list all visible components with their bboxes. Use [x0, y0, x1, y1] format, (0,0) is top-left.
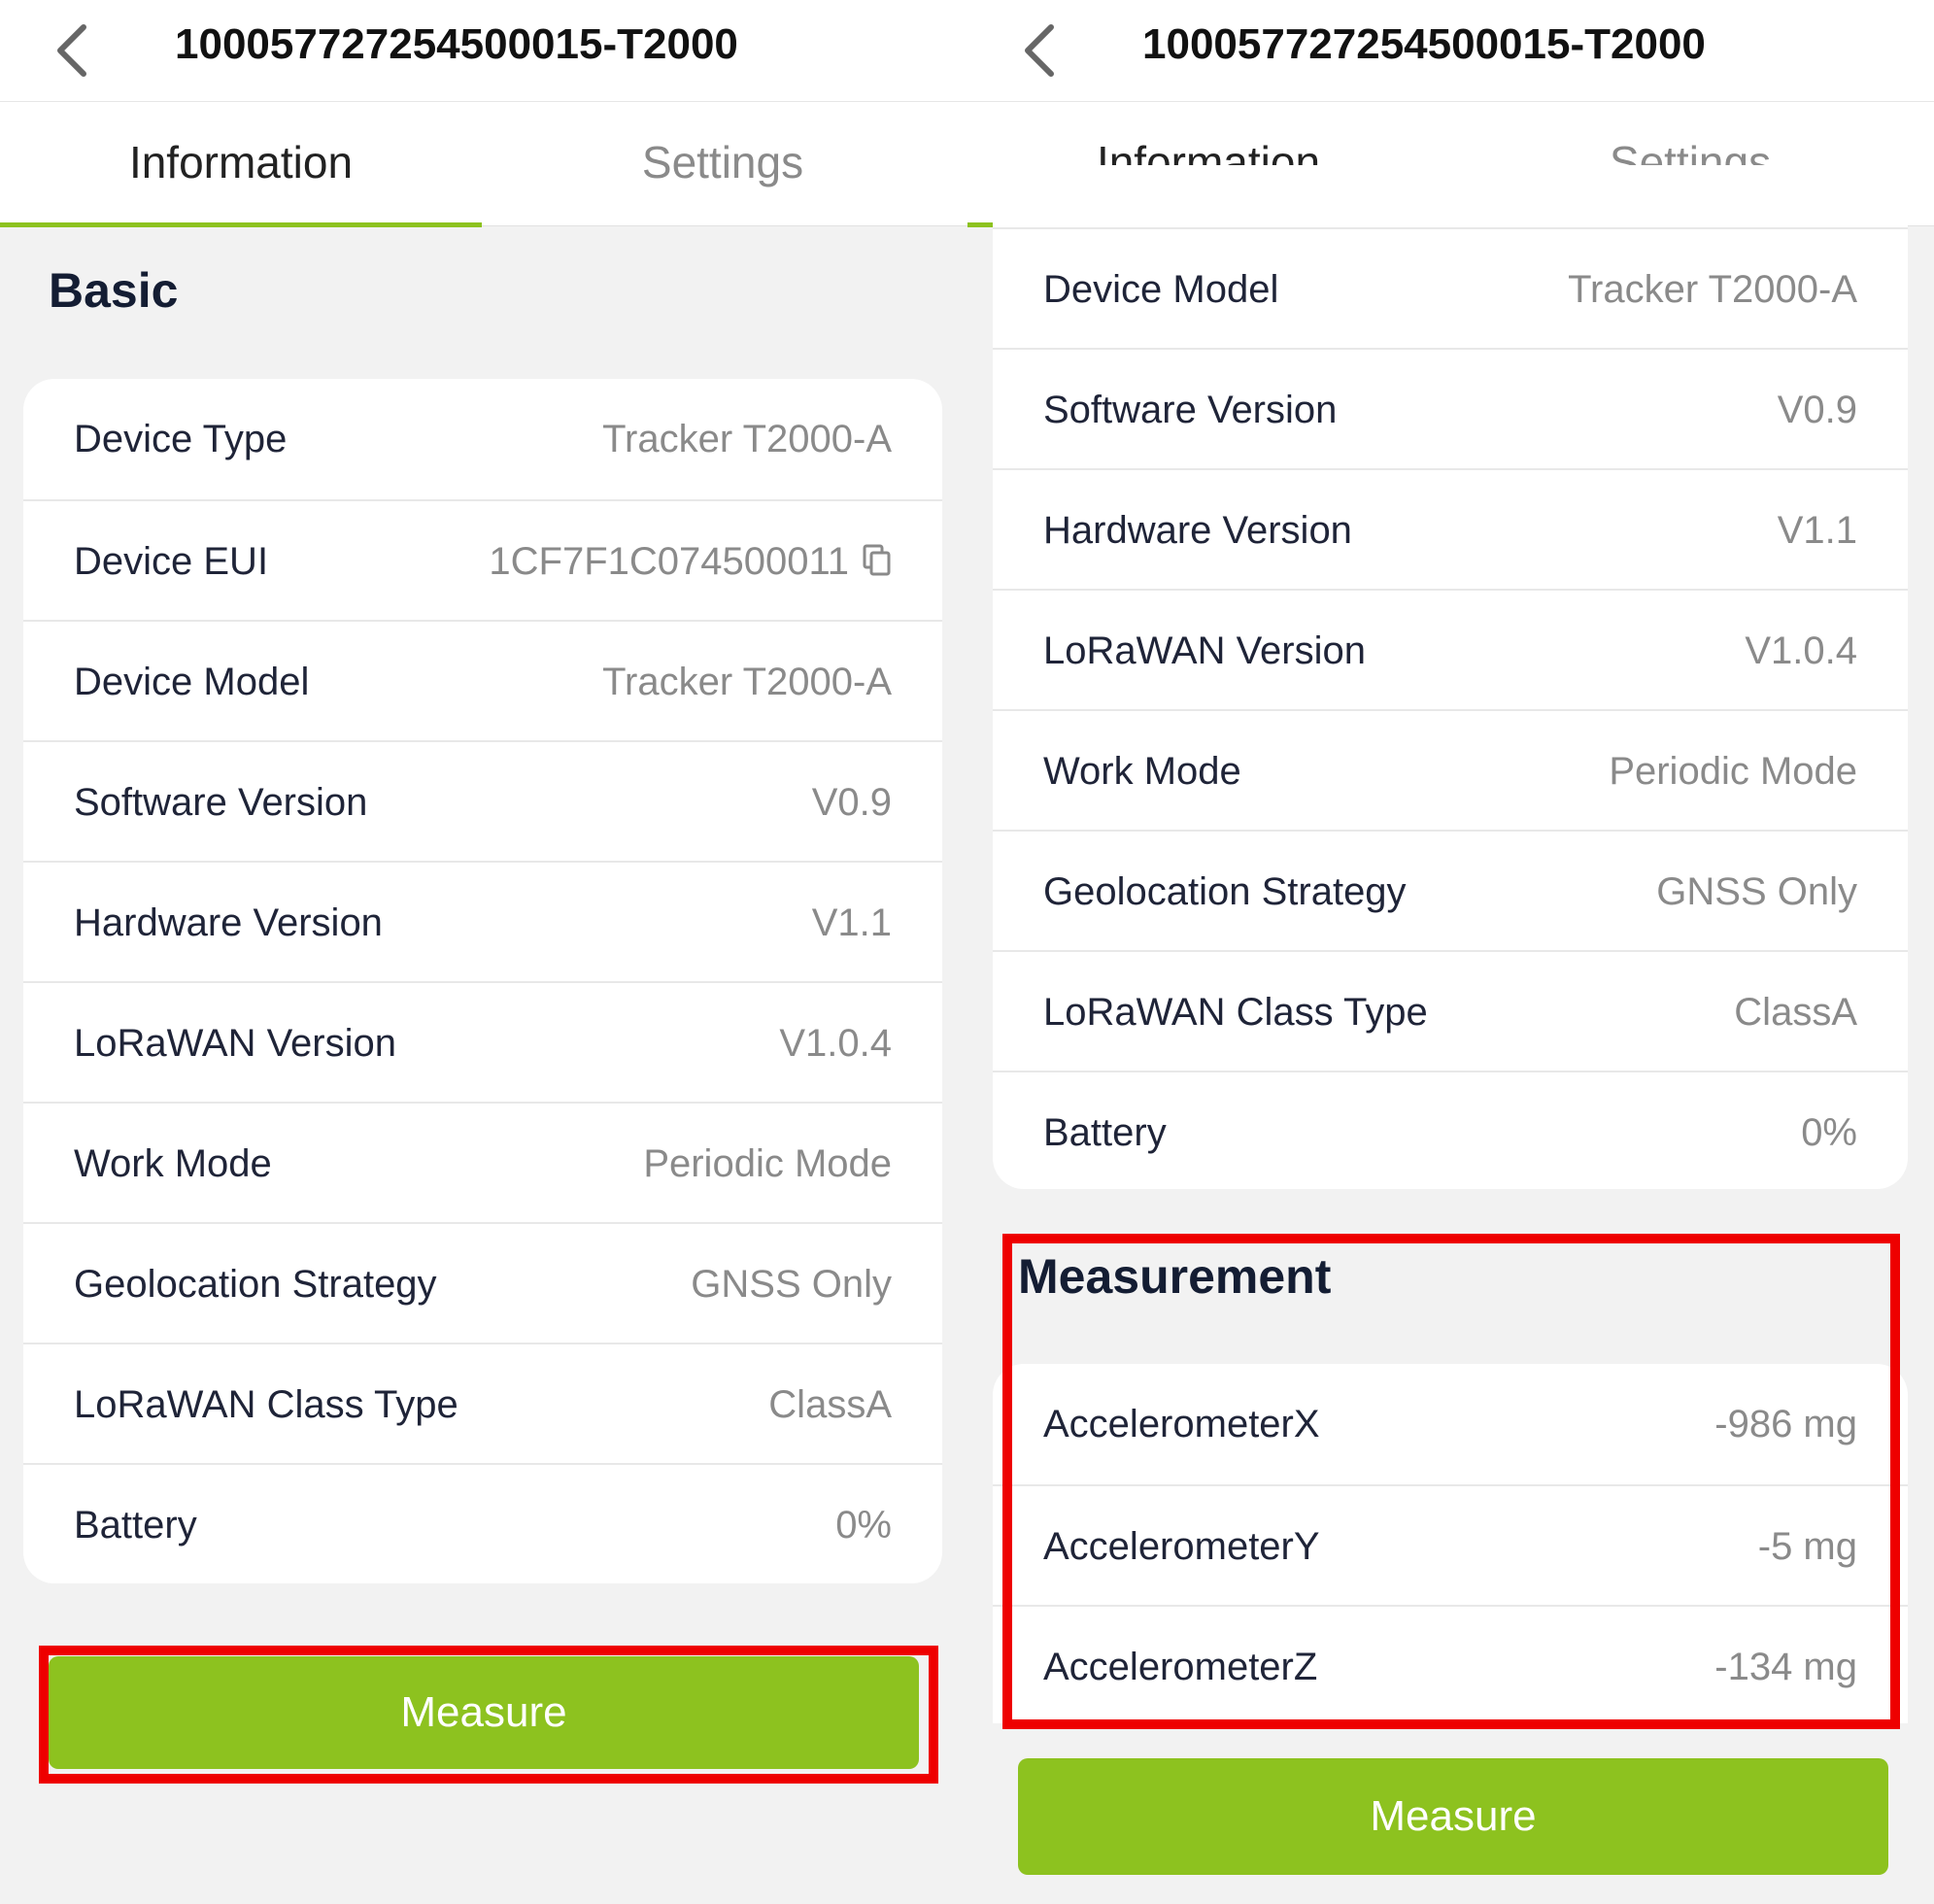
row-label: LoRaWAN Version [1043, 629, 1366, 672]
row-value: Periodic Mode [1609, 750, 1857, 793]
info-row-software-version: Software Version V0.9 [993, 348, 1908, 468]
info-row-lorawan-version: LoRaWAN Version V1.0.4 [993, 589, 1908, 709]
row-value: V0.9 [811, 781, 892, 824]
copy-icon[interactable] [863, 544, 892, 577]
page-title: 10005772725450001​5-T2000 [1142, 20, 1706, 68]
tab-label: Information [128, 137, 354, 187]
row-value-eui: 1CF7F1C074500011 [489, 501, 892, 622]
header: 10005772725450001​5-T2000 [967, 0, 1934, 102]
active-tab-indicator [0, 222, 482, 227]
row-value: V1.0.4 [779, 1022, 892, 1065]
info-row-battery: Battery 0% [993, 1071, 1908, 1189]
info-row-hardware-version: Hardware Version V1.1 [23, 861, 942, 981]
measurement-card: AccelerometerX -986 mg AccelerometerY -5… [993, 1364, 1908, 1723]
header: 10005772725450001​5-T2000 [0, 0, 967, 102]
row-value: Periodic Mode [643, 1142, 892, 1185]
row-label: Geolocation Strategy [74, 1263, 437, 1306]
row-label: AccelerometerZ [1043, 1646, 1318, 1688]
row-value: ClassA [768, 1383, 892, 1426]
row-label: Geolocation Strategy [1043, 870, 1407, 913]
row-value: 0% [1801, 1111, 1857, 1154]
tab-information[interactable]: Information [0, 102, 482, 227]
row-label: Battery [74, 1504, 197, 1547]
row-label: Software Version [74, 781, 368, 824]
row-value: V0.9 [1777, 389, 1857, 431]
right-screen: 10005772725450001​5-T2000 Information Se… [967, 0, 1934, 1904]
row-value: Tracker T2000-A [602, 661, 892, 703]
measure-button[interactable]: Measure [1018, 1758, 1888, 1875]
measure-button[interactable]: Measure [49, 1656, 919, 1769]
measurement-row-accel-y: AccelerometerY -5 mg [993, 1484, 1908, 1605]
device-eui-value: 1CF7F1C074500011 [489, 540, 849, 583]
section-title-basic: Basic [49, 263, 179, 318]
left-screen: 10005772725450001​5-T2000 Information Se… [0, 0, 967, 1904]
info-row-software-version: Software Version V0.9 [23, 740, 942, 861]
row-label: AccelerometerY [1043, 1525, 1320, 1568]
row-value: -986 mg [1714, 1403, 1857, 1445]
row-value: Tracker T2000-A [1568, 268, 1857, 311]
info-row-class-type: LoRaWAN Class Type ClassA [23, 1343, 942, 1463]
info-row-hardware-version: Hardware Version V1.1 [993, 468, 1908, 589]
row-value: GNSS Only [1656, 870, 1857, 913]
row-label: Hardware Version [1043, 509, 1352, 552]
row-label: Work Mode [1043, 750, 1241, 793]
info-row-device-model: Device Model Tracker T2000-A [993, 227, 1908, 348]
info-row-device-type: Device Type Tracker T2000-A [23, 379, 942, 499]
row-value: V1.1 [1777, 509, 1857, 552]
info-row-geolocation-strategy: Geolocation Strategy GNSS Only [23, 1222, 942, 1343]
info-row-geolocation-strategy: Geolocation Strategy GNSS Only [993, 830, 1908, 950]
tab-settings[interactable]: Settings [482, 102, 964, 225]
info-row-lorawan-version: LoRaWAN Version V1.0.4 [23, 981, 942, 1102]
row-label: LoRaWAN Version [74, 1022, 396, 1065]
row-label: Battery [1043, 1111, 1167, 1154]
row-label: Device EUI [74, 540, 269, 583]
measurement-row-accel-x: AccelerometerX -986 mg [993, 1364, 1908, 1484]
tab-label: Settings [641, 137, 804, 187]
row-label: Hardware Version [74, 901, 383, 944]
row-label: AccelerometerX [1043, 1403, 1320, 1445]
row-value: -5 mg [1757, 1525, 1857, 1568]
measurement-row-accel-z: AccelerometerZ -134 mg [993, 1605, 1908, 1723]
page-title: 10005772725450001​5-T2000 [175, 20, 738, 68]
row-value: Tracker T2000-A [602, 418, 892, 460]
info-row-work-mode: Work Mode Periodic Mode [23, 1102, 942, 1222]
info-row-device-model: Device Model Tracker T2000-A [23, 620, 942, 740]
info-row-class-type: LoRaWAN Class Type ClassA [993, 950, 1908, 1071]
row-value: -134 mg [1714, 1646, 1857, 1688]
info-row-battery: Battery 0% [23, 1463, 942, 1583]
row-label: LoRaWAN Class Type [1043, 991, 1428, 1034]
section-title-measurement: Measurement [1018, 1249, 1332, 1304]
tab-bar: Information Settings [0, 102, 967, 227]
row-label: Work Mode [74, 1142, 272, 1185]
row-label: Device Type [74, 418, 288, 460]
chevron-left-icon[interactable] [51, 21, 97, 80]
row-value: ClassA [1734, 991, 1857, 1034]
info-row-device-eui: Device EUI 1CF7F1C074500011 [23, 499, 942, 620]
row-value: 0% [835, 1504, 892, 1547]
row-label: Software Version [1043, 389, 1338, 431]
chevron-left-icon[interactable] [1018, 21, 1065, 80]
row-label: Device Model [1043, 268, 1279, 311]
row-value: V1.0.4 [1745, 629, 1857, 672]
row-label: LoRaWAN Class Type [74, 1383, 458, 1426]
row-value: GNSS Only [691, 1263, 892, 1306]
basic-info-card: Device Model Tracker T2000-A Software Ve… [993, 165, 1908, 1189]
basic-info-card: Device Type Tracker T2000-A Device EUI 1… [23, 379, 942, 1583]
row-label: Device Model [74, 661, 310, 703]
row-value: V1.1 [811, 901, 892, 944]
info-row-work-mode: Work Mode Periodic Mode [993, 709, 1908, 830]
